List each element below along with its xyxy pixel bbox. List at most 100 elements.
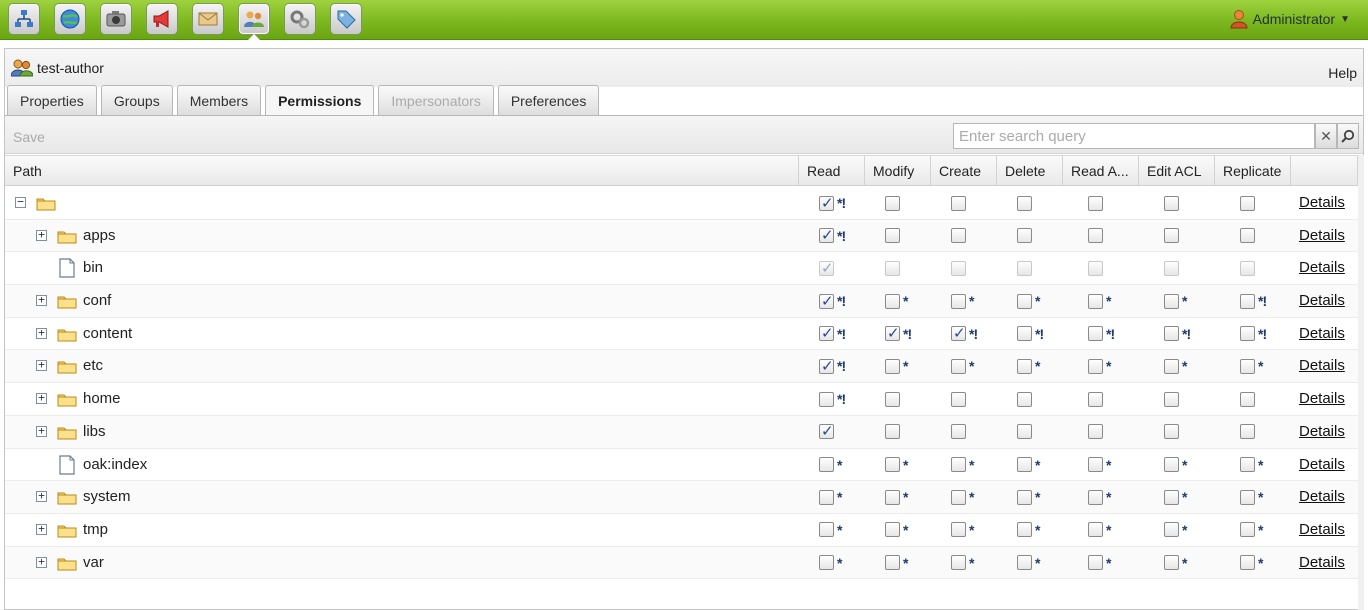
- permission-cell[interactable]: [1164, 228, 1182, 244]
- permission-checkbox[interactable]: [1088, 391, 1103, 407]
- permission-checkbox[interactable]: [885, 324, 900, 342]
- permission-cell[interactable]: *!: [819, 226, 846, 244]
- permission-cell[interactable]: *: [951, 489, 975, 505]
- permission-cell[interactable]: *!: [1240, 326, 1267, 342]
- permission-cell[interactable]: [1164, 424, 1182, 440]
- permission-checkbox[interactable]: [1164, 228, 1179, 244]
- permission-checkbox[interactable]: [1017, 489, 1032, 505]
- permission-checkbox[interactable]: [1088, 424, 1103, 440]
- permission-checkbox[interactable]: [1240, 293, 1255, 309]
- permission-cell[interactable]: *!: [1164, 326, 1191, 342]
- details-link[interactable]: Details: [1299, 423, 1345, 440]
- permission-checkbox[interactable]: [819, 555, 834, 571]
- permission-checkbox[interactable]: [819, 194, 834, 212]
- permission-cell[interactable]: *: [1017, 522, 1041, 538]
- search-input[interactable]: [953, 123, 1315, 149]
- toolbar-button-gears[interactable]: [284, 3, 316, 35]
- expand-icon[interactable]: +: [36, 294, 47, 307]
- details-link[interactable]: Details: [1299, 456, 1345, 473]
- permission-cell[interactable]: *!: [951, 324, 978, 342]
- table-row[interactable]: bin Details: [5, 252, 1358, 286]
- permission-cell[interactable]: [1088, 260, 1106, 276]
- permission-cell[interactable]: *!: [819, 194, 846, 212]
- permission-checkbox[interactable]: [885, 358, 900, 374]
- permission-checkbox[interactable]: [885, 555, 900, 571]
- permission-cell[interactable]: *: [819, 522, 843, 538]
- permission-cell[interactable]: *: [885, 555, 909, 571]
- permission-checkbox[interactable]: [1164, 260, 1179, 276]
- permission-cell[interactable]: *: [1164, 555, 1188, 571]
- permission-checkbox[interactable]: [1017, 457, 1032, 472]
- permission-checkbox[interactable]: [819, 226, 834, 244]
- column-header-create[interactable]: Create: [931, 156, 997, 186]
- details-link[interactable]: Details: [1299, 292, 1345, 309]
- permission-cell[interactable]: *: [1088, 358, 1112, 374]
- permission-checkbox[interactable]: [885, 489, 900, 505]
- permission-checkbox[interactable]: [951, 293, 966, 309]
- permission-checkbox[interactable]: [1017, 358, 1032, 374]
- permission-checkbox[interactable]: [1240, 457, 1255, 472]
- permission-checkbox[interactable]: [1240, 228, 1255, 244]
- permission-cell[interactable]: *: [1240, 457, 1264, 473]
- permission-checkbox[interactable]: [1088, 522, 1103, 538]
- permission-cell[interactable]: *!: [819, 391, 846, 407]
- permission-checkbox[interactable]: [1088, 293, 1103, 309]
- permission-cell[interactable]: *: [1088, 522, 1112, 538]
- permission-checkbox[interactable]: [1017, 391, 1032, 407]
- permission-checkbox[interactable]: [951, 195, 966, 211]
- permission-cell[interactable]: [1017, 228, 1035, 244]
- details-link[interactable]: Details: [1299, 325, 1345, 342]
- permission-cell[interactable]: *: [1164, 358, 1188, 374]
- permission-checkbox[interactable]: [885, 391, 900, 407]
- permission-checkbox[interactable]: [819, 422, 834, 440]
- column-header-delete[interactable]: Delete: [997, 156, 1063, 186]
- table-row[interactable]: + content *! *! *! *! *! *! *! Details: [5, 318, 1358, 351]
- permission-cell[interactable]: *: [819, 555, 843, 571]
- path-name[interactable]: libs: [83, 423, 106, 440]
- permission-cell[interactable]: *: [819, 457, 843, 473]
- permission-cell[interactable]: *: [1088, 457, 1112, 473]
- permission-checkbox[interactable]: [1164, 522, 1179, 538]
- table-row[interactable]: + var * * * * * * * Details: [5, 546, 1358, 580]
- path-name[interactable]: content: [83, 325, 132, 342]
- details-link[interactable]: Details: [1299, 390, 1345, 407]
- table-row[interactable]: + system * * * * * * * Details: [5, 481, 1358, 514]
- details-link[interactable]: Details: [1299, 194, 1345, 211]
- permission-checkbox[interactable]: [1088, 228, 1103, 244]
- search-button[interactable]: [1337, 123, 1359, 149]
- permission-cell[interactable]: *: [885, 489, 909, 505]
- permission-cell[interactable]: [951, 424, 969, 440]
- permission-cell[interactable]: *: [951, 457, 975, 473]
- permission-cell[interactable]: *: [1017, 293, 1041, 309]
- expand-icon[interactable]: +: [36, 490, 47, 503]
- permission-cell[interactable]: *!: [819, 292, 846, 310]
- vertical-scrollbar[interactable]: [1358, 155, 1364, 610]
- clear-search-button[interactable]: ✕: [1315, 123, 1337, 149]
- column-header-replicate[interactable]: Replicate: [1215, 156, 1291, 186]
- permission-cell[interactable]: *: [819, 489, 843, 505]
- permission-checkbox[interactable]: [1164, 555, 1179, 571]
- permission-cell[interactable]: *: [951, 522, 975, 538]
- permission-cell[interactable]: [1088, 195, 1106, 211]
- path-name[interactable]: home: [83, 390, 121, 407]
- permission-cell[interactable]: *: [1017, 358, 1041, 374]
- expand-icon[interactable]: +: [36, 229, 47, 241]
- expand-icon[interactable]: +: [36, 327, 47, 339]
- permission-checkbox[interactable]: [951, 324, 966, 342]
- permission-cell[interactable]: *: [951, 358, 975, 374]
- expand-icon[interactable]: +: [36, 392, 47, 405]
- permission-cell[interactable]: [819, 259, 837, 277]
- permission-cell[interactable]: [1164, 260, 1182, 276]
- permission-cell[interactable]: [885, 391, 903, 407]
- permission-cell[interactable]: *: [1017, 457, 1041, 473]
- permission-cell[interactable]: *: [1088, 293, 1112, 309]
- permission-cell[interactable]: *: [1240, 522, 1264, 538]
- details-link[interactable]: Details: [1299, 259, 1345, 276]
- permission-cell[interactable]: *: [1164, 457, 1188, 473]
- save-button[interactable]: Save: [13, 129, 45, 145]
- permission-checkbox[interactable]: [951, 391, 966, 407]
- permission-checkbox[interactable]: [1017, 522, 1032, 538]
- permission-checkbox[interactable]: [1017, 195, 1032, 211]
- permission-cell[interactable]: [951, 391, 969, 407]
- permission-cell[interactable]: [1240, 424, 1258, 440]
